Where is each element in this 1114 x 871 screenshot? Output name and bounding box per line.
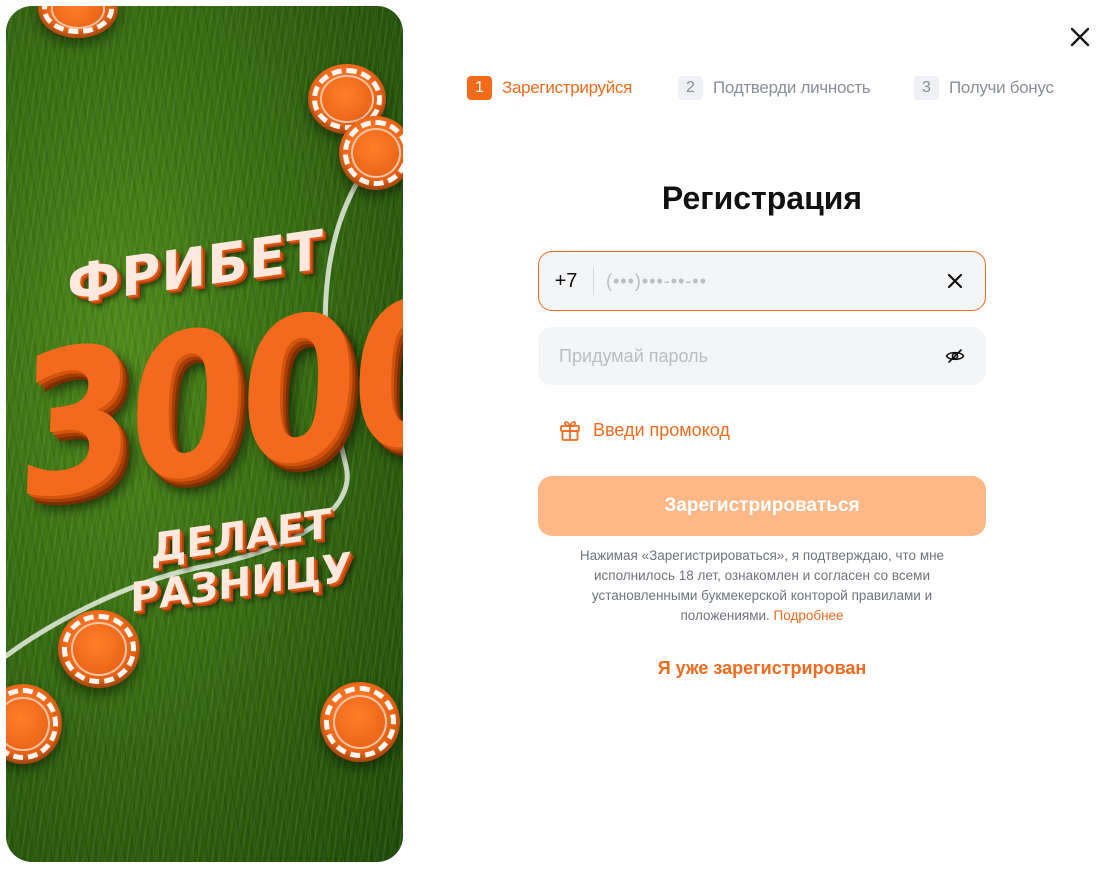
chip-decoration — [339, 116, 403, 190]
chip-decoration — [320, 682, 400, 762]
step-verify-identity: 2 Подтверди личность — [678, 76, 871, 100]
step-label: Зарегистрируйся — [502, 78, 633, 97]
already-registered-link[interactable]: Я уже зарегистрирован — [538, 658, 986, 679]
page-title: Регистрация — [661, 180, 863, 216]
step-number: 2 — [678, 76, 703, 100]
register-button[interactable]: Зарегистрироваться — [538, 476, 986, 536]
legal-text: Нажимая «Зарегистрироваться», я подтверж… — [579, 548, 945, 623]
gift-icon — [560, 421, 580, 441]
close-button[interactable] — [1066, 23, 1094, 51]
promo-banner: ФРИБЕТ 3000 ДЕЛАЕТ РАЗНИЦУ — [6, 6, 403, 862]
promo-code-link[interactable]: Введи промокод — [559, 418, 730, 442]
step-label: Подтверди личность — [713, 78, 871, 97]
password-input[interactable] — [538, 327, 924, 385]
phone-field: +7 — [538, 251, 986, 311]
step-get-bonus: 3 Получи бонус — [914, 76, 1054, 100]
clear-phone-button[interactable] — [925, 252, 985, 310]
eye-slash-icon — [945, 349, 965, 363]
clear-icon — [947, 273, 963, 289]
close-icon — [1070, 27, 1090, 47]
step-label: Получи бонус — [949, 78, 1054, 97]
step-number: 3 — [914, 76, 939, 100]
legal-notice: Нажимая «Зарегистрироваться», я подтверж… — [548, 546, 976, 626]
step-number: 1 — [467, 76, 492, 100]
country-code: +7 — [554, 269, 578, 292]
promo-code-label: Введи промокод — [593, 419, 730, 440]
password-field — [538, 327, 986, 385]
phone-input[interactable] — [594, 252, 925, 310]
details-link[interactable]: Подробнее — [774, 608, 844, 623]
step-register: 1 Зарегистрируйся — [467, 76, 632, 100]
toggle-password-visibility[interactable] — [924, 327, 986, 385]
